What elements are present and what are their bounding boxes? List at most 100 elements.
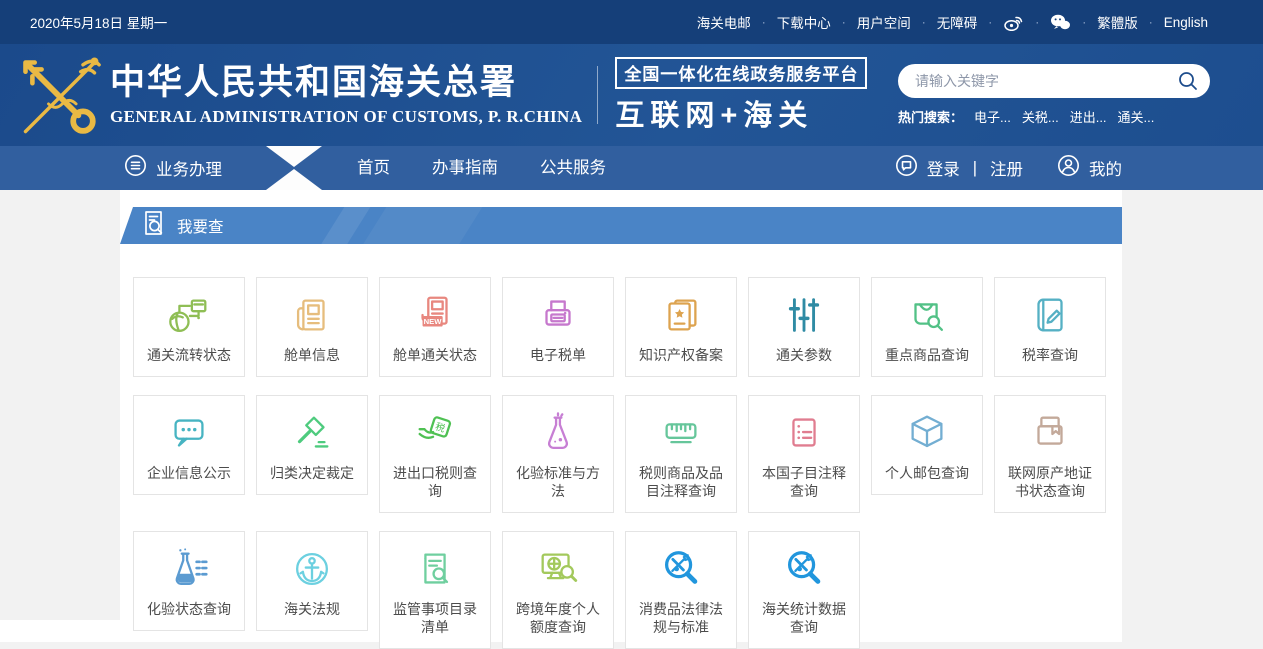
emblem-search-icon <box>781 546 827 592</box>
certificate-box-icon <box>1027 410 1073 456</box>
package-box-icon <box>904 410 950 456</box>
service-card-label: 通关流转状态 <box>147 346 231 364</box>
emblem-search-icon <box>658 546 704 592</box>
globe-network-icon <box>166 292 212 338</box>
ruler-icon <box>658 410 704 456</box>
service-card-label: 海关法规 <box>284 600 340 618</box>
nav-business-menu[interactable]: 业务办理 <box>120 154 266 182</box>
service-card-label: 重点商品查询 <box>885 346 969 364</box>
site-title-block: 中华人民共和国海关总署 GENERAL ADMINISTRATION OF CU… <box>110 63 582 126</box>
link-accessibility[interactable]: 无障碍 <box>937 12 978 32</box>
login-link[interactable]: 登录 <box>927 156 960 180</box>
certificate-star-icon <box>658 292 704 338</box>
service-card[interactable]: 通关流转状态 <box>133 277 245 377</box>
platform-block: 全国一体化在线政务服务平台 互联网+海关 <box>615 57 867 134</box>
nav-item-home[interactable]: 首页 <box>336 146 411 190</box>
chat-dots-icon <box>166 410 212 456</box>
service-card-label: 电子税单 <box>530 346 586 364</box>
service-card[interactable]: 监管事项目录清单 <box>379 531 491 649</box>
register-link[interactable]: 注册 <box>990 156 1023 180</box>
customs-emblem-logo[interactable] <box>14 51 106 139</box>
active-tab-indicator <box>266 146 322 190</box>
nav-business-label: 业务办理 <box>156 156 222 180</box>
service-card-label: 知识产权备案 <box>639 346 723 364</box>
hamburger-circle-icon <box>124 154 147 182</box>
service-card[interactable]: 企业信息公示 <box>133 395 245 495</box>
wechat-icon[interactable] <box>1050 13 1071 31</box>
service-card[interactable]: 跨境年度个人额度查询 <box>502 531 614 649</box>
site-header: 中华人民共和国海关总署 GENERAL ADMINISTRATION OF CU… <box>0 44 1263 146</box>
nav-item-public-service[interactable]: 公共服务 <box>519 146 627 190</box>
search-input[interactable] <box>915 73 1177 89</box>
hand-stamp-icon: 税 <box>412 410 458 456</box>
service-card-label: 通关参数 <box>776 346 832 364</box>
service-card[interactable]: 化验标准与方法 <box>502 395 614 513</box>
printer-icon <box>535 292 581 338</box>
list-card-icon <box>781 410 827 456</box>
sliders-icon <box>781 292 827 338</box>
link-english[interactable]: English <box>1164 15 1208 30</box>
hot-search-item[interactable]: 进出... <box>1070 107 1107 126</box>
content-panel: 我要查 通关流转状态 舱单信息 NEW 舱单通关状态 电子税单 知识产权备案 通… <box>120 190 1122 642</box>
dot-separator: · <box>988 15 992 29</box>
service-card[interactable]: 重点商品查询 <box>871 277 983 377</box>
link-customs-mail[interactable]: 海关电邮 <box>697 12 751 32</box>
hot-search-label: 热门搜索： <box>898 107 963 126</box>
book-pencil-icon <box>1027 292 1073 338</box>
service-card-label: 个人邮包查询 <box>885 464 969 482</box>
search-icon[interactable] <box>1177 70 1199 92</box>
service-card[interactable]: 本国子目注释查询 <box>748 395 860 513</box>
header-divider <box>597 66 598 124</box>
service-card-label: 监管事项目录清单 <box>387 600 483 636</box>
dot-separator: · <box>922 15 926 29</box>
link-traditional-chinese[interactable]: 繁體版 <box>1097 12 1138 32</box>
service-card-label: 税率查询 <box>1022 346 1078 364</box>
platform-name: 互联网+海关 <box>615 92 867 134</box>
hot-search-item[interactable]: 通关... <box>1118 107 1155 126</box>
service-card[interactable]: 联网原产地证书状态查询 <box>994 395 1106 513</box>
user-circle-icon <box>1057 154 1080 182</box>
service-card[interactable]: 舱单信息 <box>256 277 368 377</box>
service-card[interactable]: 电子税单 <box>502 277 614 377</box>
service-card[interactable]: 税 进出口税则查询 <box>379 395 491 513</box>
query-section-banner: 我要查 <box>120 207 1122 244</box>
service-card[interactable]: 消费品法律法规与标准 <box>625 531 737 649</box>
service-card[interactable]: 归类决定裁定 <box>256 395 368 495</box>
service-card-label: 归类决定裁定 <box>270 464 354 482</box>
weibo-icon[interactable] <box>1003 13 1024 32</box>
service-card[interactable]: 海关法规 <box>256 531 368 631</box>
link-download-center[interactable]: 下载中心 <box>777 12 831 32</box>
current-date: 2020年5月18日 星期一 <box>30 12 167 32</box>
top-utility-bar: 2020年5月18日 星期一 海关电邮 · 下载中心 · 用户空间 · 无障碍 … <box>0 0 1263 44</box>
hot-search-item[interactable]: 电子... <box>974 107 1011 126</box>
service-card[interactable]: 税率查询 <box>994 277 1106 377</box>
service-card[interactable]: 化验状态查询 <box>133 531 245 631</box>
service-card-grid: 通关流转状态 舱单信息 NEW 舱单通关状态 电子税单 知识产权备案 通关参数 … <box>120 244 1122 649</box>
service-card[interactable]: 海关统计数据查询 <box>748 531 860 649</box>
bottom-left-patch <box>0 620 120 642</box>
service-card[interactable]: 知识产权备案 <box>625 277 737 377</box>
site-title-english: GENERAL ADMINISTRATION OF CUSTOMS, P. R.… <box>110 107 582 127</box>
dot-separator: · <box>842 15 846 29</box>
main-nav: 业务办理 首页 办事指南 公共服务 登录 | 注册 我的 <box>0 146 1263 190</box>
flask-list-icon <box>166 546 212 592</box>
bag-search-icon <box>904 292 950 338</box>
dot-separator: · <box>1035 15 1039 29</box>
query-section-title: 我要查 <box>177 215 224 237</box>
hot-search-item[interactable]: 关税... <box>1022 107 1059 126</box>
service-card[interactable]: 个人邮包查询 <box>871 395 983 495</box>
service-card-label: 联网原产地证书状态查询 <box>1002 464 1098 500</box>
my-account-link[interactable]: 我的 <box>1089 156 1122 180</box>
manifest-doc-icon <box>289 292 335 338</box>
dot-separator: · <box>1082 15 1086 29</box>
link-user-space[interactable]: 用户空间 <box>857 12 911 32</box>
nav-item-guide[interactable]: 办事指南 <box>411 146 519 190</box>
nav-links: 首页 办事指南 公共服务 <box>336 146 627 190</box>
service-card[interactable]: 税则商品及品目注释查询 <box>625 395 737 513</box>
dot-separator: · <box>762 15 766 29</box>
service-card[interactable]: 通关参数 <box>748 277 860 377</box>
gavel-icon <box>289 410 335 456</box>
service-card-label: 企业信息公示 <box>147 464 231 482</box>
monitor-search-icon <box>535 546 581 592</box>
service-card[interactable]: NEW 舱单通关状态 <box>379 277 491 377</box>
